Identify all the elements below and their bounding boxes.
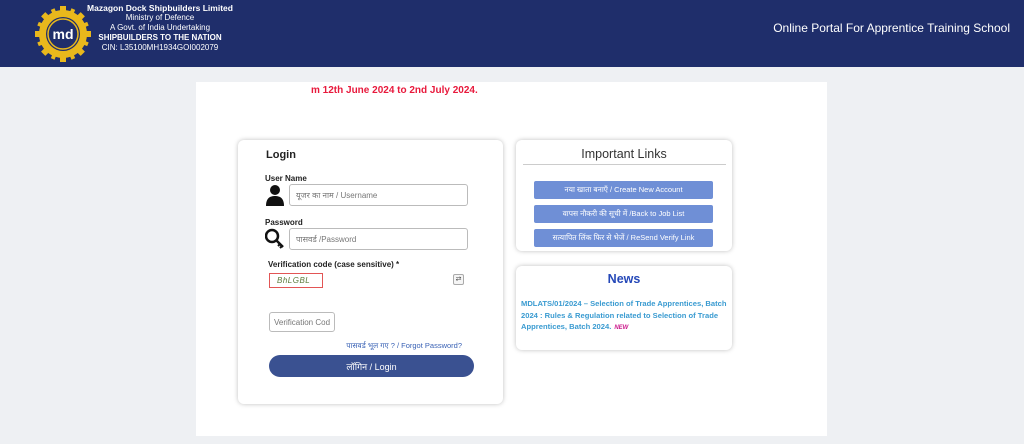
important-links-title: Important Links	[581, 147, 667, 161]
undertaking-text: A Govt. of India Undertaking	[109, 23, 211, 32]
password-label: Password	[265, 218, 303, 227]
motto-text: SHIPBUILDERS TO THE NATION	[98, 33, 222, 42]
captcha-refresh-button[interactable]: ⇄	[453, 274, 464, 285]
login-title: Login	[266, 149, 296, 161]
login-button[interactable]: लॉगिन / Login	[269, 355, 474, 377]
back-to-job-list-button[interactable]: वापस नौकरी की सूची में /Back to Job List	[534, 205, 713, 223]
portal-title: Online Portal For Apprentice Training Sc…	[773, 21, 1010, 35]
verification-code-input[interactable]	[269, 312, 335, 332]
captcha-label: Verification code (case sensitive) *	[268, 260, 400, 269]
logo-text: md	[53, 26, 74, 42]
links-divider	[523, 164, 726, 165]
org-name: Mazagon Dock Shipbuilders Limited	[87, 3, 233, 13]
main-content: m 12th June 2024 to 2nd July 2024. Login…	[196, 82, 827, 436]
cin-text: CIN: L35100MH1934GOI002079	[101, 43, 219, 52]
forgot-password-link[interactable]: पासवर्ड भूल गए ? / Forgot Password?	[346, 341, 462, 351]
user-icon	[266, 185, 284, 206]
news-item[interactable]: MDLATS/01/2024 – Selection of Trade Appr…	[521, 298, 727, 335]
password-input[interactable]	[289, 228, 468, 250]
news-title: News	[607, 272, 641, 286]
new-badge-icon: NEW	[614, 325, 629, 331]
create-account-button[interactable]: नया खाता बनाएँ / Create New Account	[534, 181, 713, 199]
org-info: Mazagon Dock Shipbuilders Limited Minist…	[80, 3, 240, 53]
login-card: Login User Name Password Verification co…	[238, 140, 503, 404]
news-card: News MDLATS/01/2024 – Selection of Trade…	[516, 266, 732, 350]
username-label: User Name	[265, 174, 307, 183]
site-header: md Mazagon Dock Shipbuilders Limited Min…	[0, 0, 1024, 67]
ministry-text: Ministry of Defence	[125, 13, 195, 22]
important-links-card: Important Links नया खाता बनाएँ / Create …	[516, 140, 732, 251]
key-icon	[265, 228, 284, 249]
resend-verify-link-button[interactable]: सत्यापित लिंक फिर से भेजें / ReSend Veri…	[534, 229, 713, 247]
captcha-image: BhLGBL	[269, 273, 323, 288]
announcement-marquee: m 12th June 2024 to 2nd July 2024.	[311, 85, 478, 96]
username-input[interactable]	[289, 184, 468, 206]
